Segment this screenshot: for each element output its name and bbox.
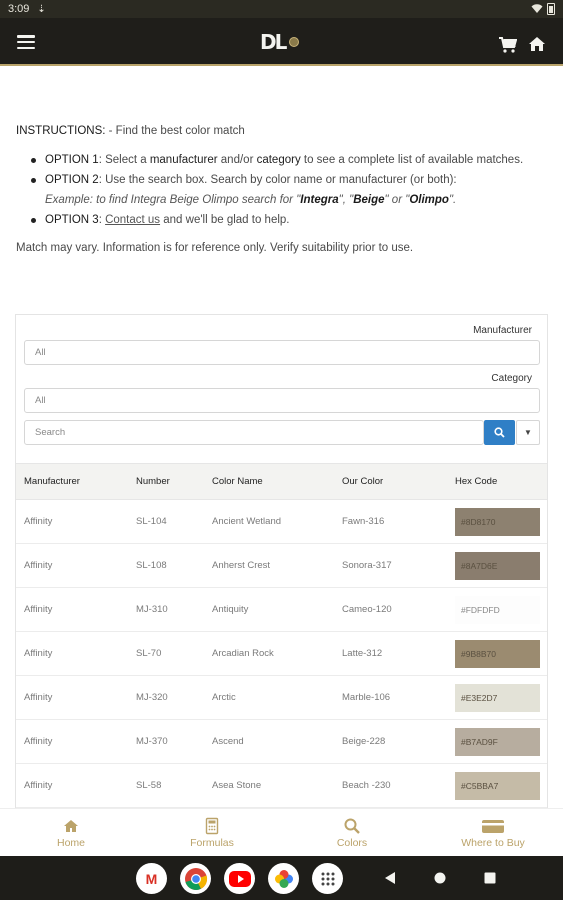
home-icon[interactable] <box>528 36 546 52</box>
search-options-dropdown[interactable]: ▼ <box>516 420 540 445</box>
credit-card-icon <box>482 820 504 833</box>
option-2: OPTION 2: Use the search box. Search by … <box>31 170 546 210</box>
manufacturer-select[interactable]: All <box>24 340 540 365</box>
hex-swatch: #B7AD9F <box>455 728 540 756</box>
app-dock: M <box>136 863 343 894</box>
cell-color-name: Anherst Crest <box>212 560 271 571</box>
search-icon <box>494 427 505 438</box>
table-body: Affinity SL-104 Ancient Wetland Fawn-316 #8D… <box>16 500 547 808</box>
android-nav-bar: M <box>0 856 563 900</box>
hex-swatch: #FDFDFD <box>455 596 540 624</box>
cell-color-name: Asea Stone <box>212 780 262 791</box>
home-icon <box>64 820 78 832</box>
cart-icon[interactable] <box>499 37 517 53</box>
cell-color-name: Ancient Wetland <box>212 516 282 527</box>
cell-number: MJ-320 <box>136 692 168 703</box>
brand-badge-icon <box>289 37 300 47</box>
search-example: Example: to find Integra Beige Olimpo se… <box>45 194 457 206</box>
cell-color-name: Arctic <box>212 692 236 703</box>
col-hex-code[interactable]: Hex Code <box>455 464 497 499</box>
search-icon <box>344 818 360 834</box>
cell-number: SL-104 <box>136 516 167 527</box>
disclaimer-note: Match may vary. Information is for refer… <box>16 242 414 254</box>
table-row[interactable]: Affinity SL-104 Ancient Wetland Fawn-316 #8D… <box>16 500 547 544</box>
recents-icon[interactable] <box>482 870 498 886</box>
table-row[interactable]: Affinity MJ-320 Arctic Marble-106 #E3E2D7 <box>16 676 547 720</box>
status-time: 3:09 <box>8 3 30 15</box>
cell-number: MJ-370 <box>136 736 168 747</box>
cell-our-color: Latte-312 <box>342 648 383 659</box>
brand-logo[interactable]: DL <box>260 28 300 56</box>
cell-manufacturer: Affinity <box>24 516 53 527</box>
col-our-color[interactable]: Our Color <box>342 464 383 499</box>
back-icon[interactable] <box>382 870 398 886</box>
nav-formulas[interactable]: Formulas <box>186 809 238 857</box>
chrome-icon[interactable] <box>180 863 211 894</box>
manufacturer-label: Manufacturer <box>473 325 532 336</box>
table-row[interactable]: Affinity SL-108 Anherst Crest Sonora-317 #8A… <box>16 544 547 588</box>
hex-swatch: #8D8170 <box>455 508 540 536</box>
col-number[interactable]: Number <box>136 464 170 499</box>
cell-manufacturer: Affinity <box>24 692 53 703</box>
cell-color-name: Ascend <box>212 736 244 747</box>
caret-down-icon: ▼ <box>524 428 532 437</box>
cell-number: MJ-310 <box>136 604 168 615</box>
photos-icon[interactable] <box>268 863 299 894</box>
gmail-icon[interactable]: M <box>136 863 167 894</box>
table-row[interactable]: Affinity MJ-370 Ascend Beige-228 #B7AD9F <box>16 720 547 764</box>
cell-number: SL-58 <box>136 780 162 791</box>
hex-swatch: #8A7D6E <box>455 552 540 580</box>
cell-color-name: Antiquity <box>212 604 249 615</box>
cell-manufacturer: Affinity <box>24 648 53 659</box>
table-row[interactable]: Affinity SL-58 Asea Stone Beach -230 #C5BBA7 <box>16 764 547 808</box>
table-header: Manufacturer Number Color Name Our Color… <box>16 463 547 500</box>
status-bar: 3:09 ⇣ <box>0 0 563 18</box>
home-button-icon[interactable] <box>432 870 448 886</box>
cell-manufacturer: Affinity <box>24 736 53 747</box>
youtube-icon[interactable] <box>224 863 255 894</box>
hex-swatch: #9B8B70 <box>455 640 540 668</box>
col-manufacturer[interactable]: Manufacturer <box>24 464 80 499</box>
battery-icon <box>547 3 555 15</box>
nav-where-to-buy[interactable]: Where to Buy <box>456 809 530 857</box>
calculator-icon <box>205 817 219 835</box>
nav-colors[interactable]: Colors <box>330 809 374 857</box>
category-select[interactable]: All <box>24 388 540 413</box>
cell-our-color: Sonora-317 <box>342 560 392 571</box>
cell-manufacturer: Affinity <box>24 560 53 571</box>
col-color-name[interactable]: Color Name <box>212 464 263 499</box>
color-match-panel: Manufacturer All Category All Search ▼ M… <box>15 314 548 808</box>
cell-number: SL-108 <box>136 560 167 571</box>
options-list: OPTION 1: Select a manufacturer and/or c… <box>16 150 546 230</box>
main-content: INSTRUCTIONS: - Find the best color matc… <box>0 68 563 808</box>
search-button[interactable] <box>484 420 515 445</box>
cell-our-color: Cameo-120 <box>342 604 392 615</box>
cell-our-color: Fawn-316 <box>342 516 385 527</box>
cell-our-color: Beach -230 <box>342 780 391 791</box>
category-label: Category <box>491 373 532 384</box>
download-icon: ⇣ <box>37 3 46 15</box>
cell-number: SL-70 <box>136 648 162 659</box>
table-row[interactable]: Affinity MJ-310 Antiquity Cameo-120 #FDFDFD <box>16 588 547 632</box>
instructions-block: INSTRUCTIONS: - Find the best color matc… <box>16 121 546 258</box>
cell-our-color: Beige-228 <box>342 736 386 747</box>
app-header: DL <box>0 18 563 66</box>
search-input[interactable]: Search <box>24 420 484 445</box>
hex-swatch: #C5BBA7 <box>455 772 540 800</box>
option-1: OPTION 1: Select a manufacturer and/or c… <box>31 150 546 170</box>
cell-manufacturer: Affinity <box>24 604 53 615</box>
contact-us-link[interactable]: Contact us <box>105 214 160 226</box>
wifi-icon <box>531 4 543 13</box>
option-3: OPTION 3: Contact us and we'll be glad t… <box>31 210 546 230</box>
table-row[interactable]: Affinity SL-70 Arcadian Rock Latte-312 #9B8B… <box>16 632 547 676</box>
hex-swatch: #E3E2D7 <box>455 684 540 712</box>
cell-our-color: Marble-106 <box>342 692 391 703</box>
instructions-heading: INSTRUCTIONS: <box>16 125 106 137</box>
nav-home[interactable]: Home <box>50 809 92 857</box>
cell-color-name: Arcadian Rock <box>212 648 274 659</box>
bottom-nav: Home Formulas Colors Where to Buy <box>0 808 563 856</box>
menu-icon[interactable] <box>17 35 35 49</box>
cell-manufacturer: Affinity <box>24 780 53 791</box>
app-drawer-icon[interactable] <box>312 863 343 894</box>
